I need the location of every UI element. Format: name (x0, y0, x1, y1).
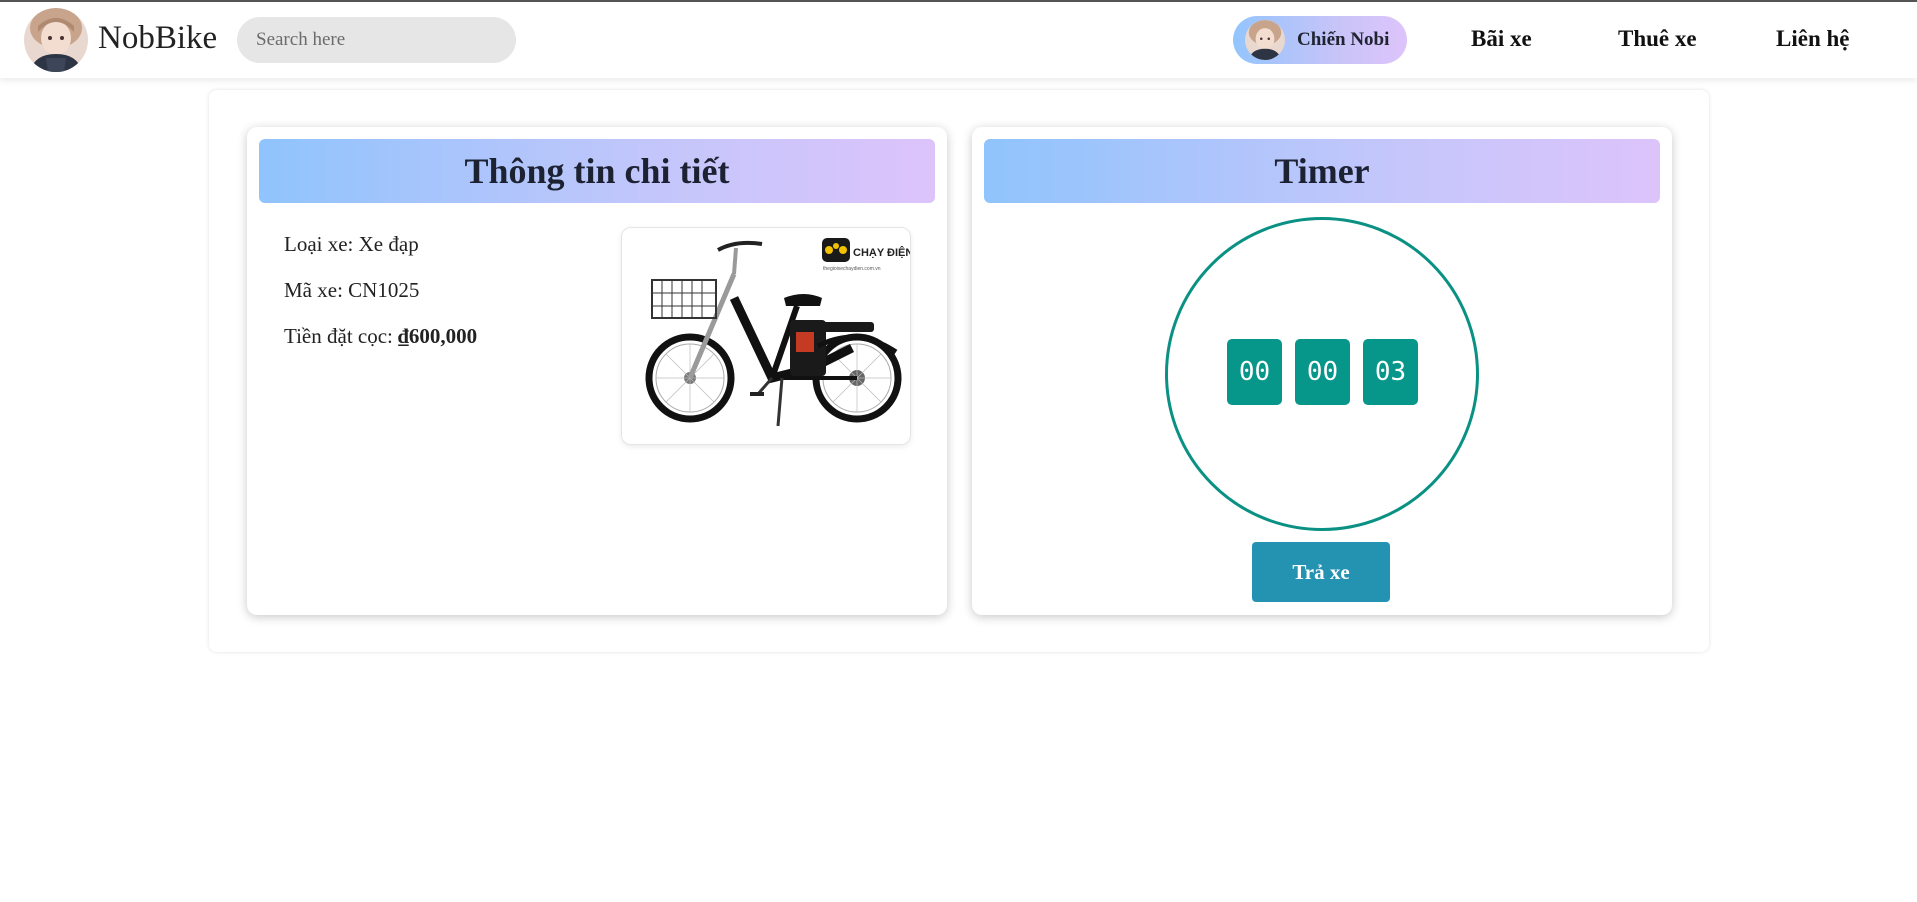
header: NobBike Chiến Nobi Bãi xe Thuê xe Liên h… (0, 2, 1917, 78)
deposit-value: ₫600,000 (398, 324, 478, 348)
bike-type-value: Xe đạp (358, 232, 419, 256)
bike-code-row: Mã xe: CN1025 (284, 277, 477, 323)
nav-lien-he[interactable]: Liên hệ (1776, 26, 1849, 52)
timer-seconds: 03 (1363, 339, 1418, 405)
bike-type-label: Loại xe: (284, 232, 354, 256)
logo-url-text: thegioixechaydien.com.vn (823, 266, 881, 272)
brand-name[interactable]: NobBike (98, 20, 217, 57)
deposit-row: Tiền đặt cọc: ₫600,000 (284, 323, 477, 369)
timer-card: Timer 00 00 03 Trả xe (972, 127, 1672, 615)
details-title: Thông tin chi tiết (259, 139, 935, 203)
bike-code-label: Mã xe: (284, 278, 343, 302)
details-card: Thông tin chi tiết Loại xe: Xe đạp Mã xe… (247, 127, 947, 615)
user-avatar (1245, 20, 1285, 60)
timer-display: 00 00 03 (1227, 339, 1418, 405)
bike-image: CHẠY ĐIỆN thegioixechaydien.com.vn (621, 227, 911, 445)
logo-avatar[interactable] (24, 8, 88, 72)
timer-minutes: 00 (1295, 339, 1350, 405)
details-info: Loại xe: Xe đạp Mã xe: CN1025 Tiền đặt c… (284, 231, 477, 369)
timer-hours: 00 (1227, 339, 1282, 405)
timer-title: Timer (984, 139, 1660, 203)
search-input[interactable] (237, 17, 516, 63)
bike-code-value: CN1025 (348, 278, 420, 302)
logo-text: CHẠY ĐIỆN (853, 246, 911, 259)
user-name: Chiến Nobi (1297, 29, 1390, 50)
user-profile-button[interactable]: Chiến Nobi (1233, 16, 1407, 64)
nav-bai-xe[interactable]: Bãi xe (1471, 26, 1532, 52)
bike-type-row: Loại xe: Xe đạp (284, 231, 477, 277)
nav-thue-xe[interactable]: Thuê xe (1618, 26, 1697, 52)
deposit-label: Tiền đặt cọc: (284, 324, 393, 348)
return-bike-button[interactable]: Trả xe (1252, 542, 1390, 602)
